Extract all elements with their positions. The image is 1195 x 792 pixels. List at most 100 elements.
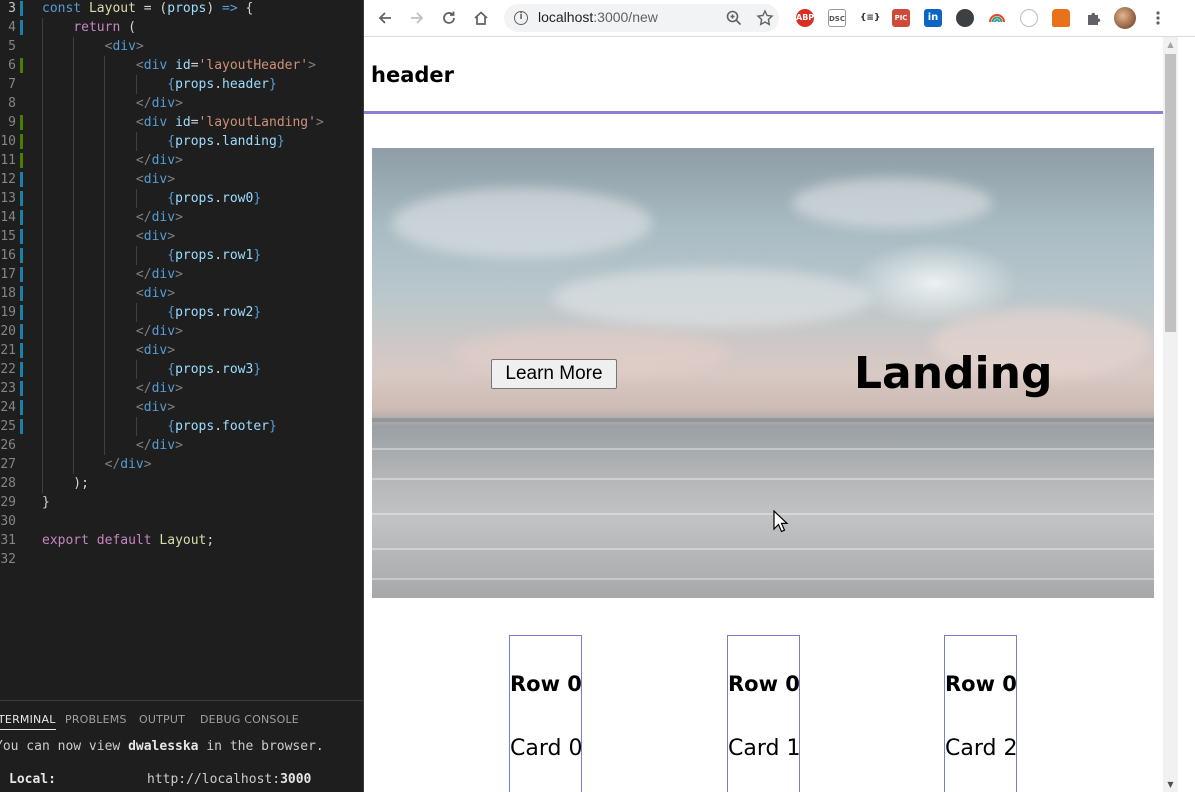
- line-number: 6: [8, 58, 16, 73]
- terminal-panel[interactable]: TERMINAL PROBLEMS OUTPUT DEBUG CONSOLE Y…: [0, 700, 363, 792]
- code-line[interactable]: 21 <div>: [0, 341, 363, 360]
- code-line[interactable]: 14 </div>: [0, 208, 363, 227]
- code-line[interactable]: 9 <div id='layoutLanding'>: [0, 113, 363, 132]
- git-change-marker: [20, 115, 23, 130]
- code-text: </div>: [135, 96, 183, 111]
- code-line[interactable]: 24 <div>: [0, 398, 363, 417]
- code-text: <div>: [104, 39, 144, 54]
- code-line[interactable]: 31 export default Layout;: [0, 531, 363, 550]
- code-text: </div>: [135, 324, 183, 339]
- line-number: 31: [0, 533, 16, 548]
- sea-horizon: [372, 418, 1154, 422]
- browser-toolbar: i localhost:3000/new ABP DSC {≡} PIC in: [364, 0, 1195, 37]
- code-line[interactable]: 20 </div>: [0, 322, 363, 341]
- line-number: 3: [8, 1, 16, 16]
- code-line[interactable]: 27 </div>: [0, 455, 363, 474]
- code-text: </div>: [104, 457, 152, 472]
- dark-mode-icon[interactable]: [956, 9, 974, 27]
- colorpick-extension-icon[interactable]: PIC: [892, 9, 910, 27]
- url-host: localhost: [538, 9, 594, 25]
- line-number: 29: [0, 495, 16, 510]
- git-change-marker: [20, 210, 23, 225]
- cloud: [792, 178, 992, 228]
- code-line[interactable]: 32: [0, 550, 363, 569]
- git-change-marker: [20, 134, 23, 149]
- line-number: 16: [0, 248, 16, 263]
- code-line[interactable]: 25 {props.footer}: [0, 417, 363, 436]
- reload-button[interactable]: [437, 6, 461, 30]
- code-line[interactable]: 22 {props.row3}: [0, 360, 363, 379]
- lighthouse-extension-icon[interactable]: [1052, 9, 1070, 27]
- landing-hero: Learn More Landing: [372, 148, 1154, 598]
- code-line[interactable]: 18 <div>: [0, 284, 363, 303]
- line-number: 10: [0, 134, 16, 149]
- code-line[interactable]: 26 </div>: [0, 436, 363, 455]
- code-line[interactable]: 8 </div>: [0, 94, 363, 113]
- code-line[interactable]: 19 {props.row2}: [0, 303, 363, 322]
- scroll-up-arrow-icon[interactable]: ▲: [1163, 37, 1178, 52]
- extensions-button[interactable]: [1082, 6, 1106, 30]
- line-number: 32: [0, 552, 16, 567]
- git-change-marker: [20, 20, 23, 35]
- wave: [372, 578, 1154, 580]
- back-button[interactable]: [373, 6, 397, 30]
- zoom-button[interactable]: [722, 6, 746, 30]
- tab-problems[interactable]: PROBLEMS: [65, 711, 127, 729]
- tab-output[interactable]: OUTPUT: [139, 711, 185, 729]
- learn-more-button[interactable]: Learn More: [491, 359, 617, 389]
- tab-debug-console[interactable]: DEBUG CONSOLE: [200, 711, 299, 729]
- scrollbar-thumb[interactable]: [1165, 54, 1176, 332]
- terminal-local-url[interactable]: http://localhost:3000: [147, 771, 311, 788]
- json-formatter-icon[interactable]: {≡}: [860, 9, 880, 27]
- terminal-line-view: You can now view dwalesska in the browse…: [0, 738, 324, 755]
- timer-extension-icon[interactable]: [1020, 9, 1038, 27]
- code-line[interactable]: 12 <div>: [0, 170, 363, 189]
- code-text: );: [42, 476, 89, 491]
- code-line[interactable]: 16 {props.row1}: [0, 246, 363, 265]
- code-line[interactable]: 5 <div>: [0, 37, 363, 56]
- line-number: 14: [0, 210, 16, 225]
- address-bar[interactable]: i localhost:3000/new: [504, 4, 779, 32]
- code-line[interactable]: 3 const Layout = (props) => {: [0, 0, 363, 18]
- code-text: <div>: [135, 343, 176, 358]
- profile-avatar[interactable]: [1114, 7, 1136, 29]
- code-line[interactable]: 4 return (: [0, 18, 363, 37]
- line-number: 15: [0, 229, 16, 244]
- code-line[interactable]: 17 </div>: [0, 265, 363, 284]
- menu-button[interactable]: [1146, 6, 1170, 30]
- git-change-marker: [20, 362, 23, 377]
- forward-button[interactable]: [405, 6, 429, 30]
- scroll-down-arrow-icon[interactable]: ▼: [1163, 777, 1178, 792]
- code-line[interactable]: 10 {props.landing}: [0, 132, 363, 151]
- home-button[interactable]: [469, 6, 493, 30]
- code-text: {props.row2}: [167, 305, 262, 320]
- code-line[interactable]: 11 </div>: [0, 151, 363, 170]
- dsc-extension-icon[interactable]: DSC: [828, 9, 846, 27]
- linkedin-icon[interactable]: in: [924, 9, 942, 27]
- adblock-icon[interactable]: ABP: [796, 9, 814, 27]
- info-icon[interactable]: i: [514, 11, 528, 25]
- wave: [372, 478, 1154, 480]
- code-line[interactable]: 13 {props.row0}: [0, 189, 363, 208]
- url-text: localhost:3000/new: [538, 9, 658, 25]
- git-change-marker: [20, 153, 23, 168]
- code-line[interactable]: 30: [0, 512, 363, 531]
- git-change-marker: [20, 58, 23, 73]
- code-line[interactable]: 28 );: [0, 474, 363, 493]
- code-line[interactable]: 15 <div>: [0, 227, 363, 246]
- vertical-scrollbar[interactable]: ▲ ▼: [1163, 37, 1178, 792]
- code-editor[interactable]: 3 const Layout = (props) => {4 return (5 …: [0, 0, 363, 700]
- code-line[interactable]: 29}: [0, 493, 363, 512]
- home-icon: [474, 11, 488, 25]
- code-line[interactable]: 23 </div>: [0, 379, 363, 398]
- code-text: }: [42, 495, 50, 510]
- bookmark-button[interactable]: [753, 6, 777, 30]
- zoom-icon: [726, 10, 742, 26]
- tab-terminal[interactable]: TERMINAL: [0, 711, 56, 730]
- rainbow-extension-icon[interactable]: [988, 9, 1006, 27]
- card-subtitle: Card 2: [945, 736, 1018, 761]
- terminal-local-label: Local:: [9, 772, 56, 787]
- code-line[interactable]: 6 <div id='layoutHeader'>: [0, 56, 363, 75]
- code-line[interactable]: 7 {props.header}: [0, 75, 363, 94]
- git-change-marker: [20, 267, 23, 282]
